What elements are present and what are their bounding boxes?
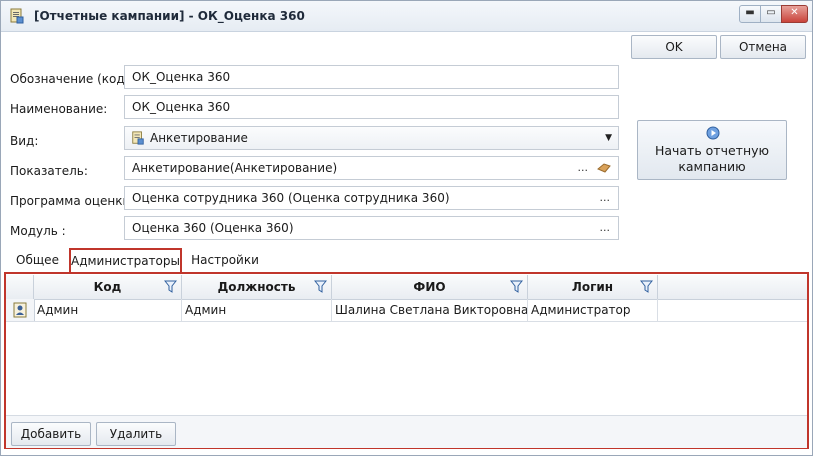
delete-button[interactable]: Удалить (96, 422, 176, 446)
type-select[interactable]: Анкетирование ▼ (124, 126, 619, 150)
row-indicator-header (6, 275, 34, 299)
maximize-icon: ▭ (766, 7, 776, 18)
questionnaire-icon (132, 131, 144, 145)
program-label: Программа оценки : (10, 194, 139, 208)
ellipsis-button[interactable]: ... (578, 157, 589, 179)
minimize-icon: ▬ (745, 7, 755, 18)
column-label: ФИО (413, 280, 446, 294)
type-label: Вид: (10, 134, 39, 148)
row-indicator[interactable] (6, 299, 35, 321)
report-campaign-icon (10, 8, 24, 24)
grid-toolbar: Добавить Удалить (6, 415, 807, 448)
table-row[interactable]: Админ Админ Шалина Светлана Викторовна А… (6, 299, 807, 322)
filter-funnel-icon[interactable] (314, 280, 327, 293)
cell-fio: Шалина Светлана Викторовна (332, 299, 528, 321)
name-value: ОК_Оценка 360 (132, 100, 231, 114)
filter-funnel-icon[interactable] (164, 280, 177, 293)
code-field[interactable]: ОК_Оценка 360 (124, 65, 619, 89)
tab-settings[interactable]: Настройки (187, 248, 263, 272)
cell-position: Админ (182, 299, 332, 321)
close-button[interactable]: ✕ (781, 5, 808, 23)
program-value: Оценка сотрудника 360 (Оценка сотрудника… (132, 191, 450, 205)
cell-code: Админ (34, 299, 182, 321)
title-bar[interactable]: [Отчетные кампании] - ОК_Оценка 360 ▬ ▭ … (1, 1, 812, 32)
ellipsis-button[interactable]: ... (600, 217, 611, 239)
eraser-icon[interactable] (596, 162, 612, 174)
chevron-down-icon[interactable]: ▼ (605, 127, 612, 149)
column-header-position[interactable]: Должность (182, 275, 332, 299)
play-circle-icon (706, 126, 720, 140)
start-campaign-line2: кампанию (678, 159, 746, 174)
cancel-button[interactable]: Отмена (720, 35, 806, 59)
column-header-login[interactable]: Логин (528, 275, 658, 299)
filter-funnel-icon[interactable] (640, 280, 653, 293)
name-label: Наименование: (10, 102, 108, 116)
code-value: ОК_Оценка 360 (132, 70, 231, 84)
module-label: Модуль : (10, 224, 66, 238)
ok-button[interactable]: OK (631, 35, 717, 59)
indicator-field[interactable]: Анкетирование(Анкетирование) ... (124, 156, 619, 180)
dialog-window: [Отчетные кампании] - ОК_Оценка 360 ▬ ▭ … (0, 0, 813, 456)
user-card-icon (13, 302, 27, 318)
close-icon: ✕ (790, 7, 799, 18)
column-header-fio[interactable]: ФИО (332, 275, 528, 299)
administrators-panel: Код Должность ФИО Логин Админ Админ Шали… (4, 272, 809, 449)
filter-funnel-icon[interactable] (510, 280, 523, 293)
window-title: [Отчетные кампании] - ОК_Оценка 360 (34, 9, 305, 23)
column-label: Код (93, 280, 122, 294)
start-campaign-line1: Начать отчетную (654, 143, 770, 158)
tab-administrators[interactable]: Администраторы (69, 248, 182, 272)
program-field[interactable]: Оценка сотрудника 360 (Оценка сотрудника… (124, 186, 619, 210)
column-label: Логин (571, 280, 614, 294)
module-field[interactable]: Оценка 360 (Оценка 360) ... (124, 216, 619, 240)
type-value: Анкетирование (150, 131, 248, 145)
column-header-code[interactable]: Код (34, 275, 182, 299)
indicator-value: Анкетирование(Анкетирование) (132, 161, 338, 175)
indicator-label: Показатель: (10, 164, 88, 178)
code-label: Обозначение (код): (10, 72, 134, 86)
module-value: Оценка 360 (Оценка 360) (132, 221, 294, 235)
add-button[interactable]: Добавить (11, 422, 91, 446)
name-field[interactable]: ОК_Оценка 360 (124, 95, 619, 119)
tab-general[interactable]: Общее (10, 248, 65, 272)
start-campaign-button[interactable]: Начать отчетную кампанию (637, 120, 787, 180)
column-label: Должность (217, 280, 296, 294)
cell-login: Администратор (528, 299, 658, 321)
maximize-button[interactable]: ▭ (760, 5, 782, 23)
grid-header: Код Должность ФИО Логин (6, 275, 807, 300)
minimize-button[interactable]: ▬ (739, 5, 761, 23)
ellipsis-button[interactable]: ... (600, 187, 611, 209)
